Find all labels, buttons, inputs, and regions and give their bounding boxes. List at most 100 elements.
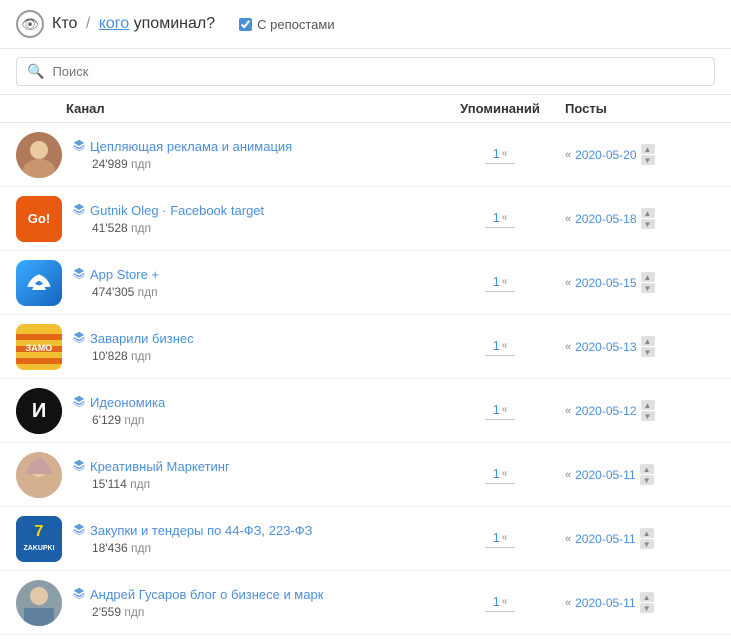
date-down-button[interactable]: ▼: [641, 155, 655, 165]
channel-name-link[interactable]: Gutnik Oleg · Facebook target: [90, 203, 264, 218]
posts-date[interactable]: 2020-05-11: [575, 468, 636, 482]
table-row: Цепляющая реклама и анимация24'989 пдп 1«…: [0, 123, 731, 187]
repost-checkbox[interactable]: [239, 18, 252, 31]
mention-cell: 1«: [435, 338, 565, 356]
svg-text:ЗАМО: ЗАМО: [26, 343, 53, 353]
posts-cell: « 2020-05-12 ▲ ▼: [565, 400, 715, 421]
repost-filter[interactable]: С репостами: [239, 17, 334, 32]
channel-name-link[interactable]: Закупки и тендеры по 44-ФЗ, 223-ФЗ: [90, 523, 313, 538]
channel-name-link[interactable]: Идеономика: [90, 395, 165, 410]
title-who: Кто: [52, 15, 77, 32]
date-up-button[interactable]: ▲: [640, 528, 654, 538]
avatar: [16, 452, 62, 498]
col-header-channel: Канал: [16, 101, 435, 116]
table-row: ЗАМО Заварили бизнес10'828 пдп 1« « 2020-05…: [0, 315, 731, 379]
title-whom-link[interactable]: кого: [99, 15, 129, 32]
channel-name-link[interactable]: Заварили бизнес: [90, 331, 194, 346]
channel-info: Gutnik Oleg · Facebook target 41'528 пдп: [72, 202, 264, 235]
mention-count[interactable]: 1«: [493, 530, 508, 545]
date-up-button[interactable]: ▲: [641, 208, 655, 218]
posts-quote-icon: «: [565, 341, 571, 353]
channel-cell: И Идеономика6'129 пдп: [16, 388, 435, 434]
col-header-posts: Посты: [565, 101, 715, 116]
table-row: И Идеономика6'129 пдп 1« « 2020-05-12 ▲ ▼: [0, 379, 731, 443]
avatar: [16, 132, 62, 178]
posts-quote-icon: «: [565, 533, 571, 545]
posts-date[interactable]: 2020-05-20: [575, 148, 636, 162]
date-spinner[interactable]: ▲ ▼: [640, 592, 654, 613]
date-down-button[interactable]: ▼: [640, 475, 654, 485]
posts-date[interactable]: 2020-05-15: [575, 276, 636, 290]
channel-name-link[interactable]: App Store +: [90, 267, 159, 282]
layers-icon: [72, 330, 86, 347]
channel-cell: 7 ZAKUPKI Закупки и тендеры по 44-ФЗ, 22…: [16, 516, 435, 562]
posts-date[interactable]: 2020-05-18: [575, 212, 636, 226]
layers-icon: [72, 522, 86, 539]
date-spinner[interactable]: ▲ ▼: [641, 336, 655, 357]
channel-info: Креативный Маркетинг15'114 пдп: [72, 458, 230, 491]
header: 👁 Кто / кого упоминал? С репостами: [0, 0, 731, 49]
search-input[interactable]: [52, 64, 252, 79]
quote-icon: «: [502, 468, 508, 479]
date-spinner[interactable]: ▲ ▼: [641, 272, 655, 293]
mention-divider: [485, 355, 515, 356]
date-spinner[interactable]: ▲ ▼: [641, 400, 655, 421]
channel-cell: Цепляющая реклама и анимация24'989 пдп: [16, 132, 435, 178]
posts-cell: « 2020-05-11 ▲ ▼: [565, 528, 715, 549]
date-spinner[interactable]: ▲ ▼: [641, 208, 655, 229]
date-spinner[interactable]: ▲ ▼: [640, 464, 654, 485]
date-down-button[interactable]: ▼: [641, 411, 655, 421]
table-body: Цепляющая реклама и анимация24'989 пдп1«…: [0, 123, 731, 635]
date-spinner[interactable]: ▲ ▼: [640, 528, 654, 549]
channel-name-link[interactable]: Цепляющая реклама и анимация: [90, 139, 292, 154]
mention-number: 1: [493, 402, 500, 417]
mention-count[interactable]: 1«: [493, 594, 508, 609]
posts-date[interactable]: 2020-05-13: [575, 340, 636, 354]
channel-info: App Store +474'305 пдп: [72, 266, 159, 299]
date-up-button[interactable]: ▲: [640, 592, 654, 602]
posts-date[interactable]: 2020-05-12: [575, 404, 636, 418]
channel-name-link[interactable]: Андрей Гусаров блог о бизнесе и марк: [90, 587, 323, 602]
date-spinner[interactable]: ▲ ▼: [641, 144, 655, 165]
title-mention: упоминал?: [134, 15, 215, 32]
posts-quote-icon: «: [565, 405, 571, 417]
posts-quote-icon: «: [565, 149, 571, 161]
posts-date[interactable]: 2020-05-11: [575, 532, 636, 546]
mention-count[interactable]: 1«: [493, 210, 508, 225]
mention-count[interactable]: 1«: [493, 338, 508, 353]
date-down-button[interactable]: ▼: [640, 603, 654, 613]
channel-name-row: Цепляющая реклама и анимация: [72, 138, 292, 155]
date-down-button[interactable]: ▼: [641, 347, 655, 357]
channel-name-row: Закупки и тендеры по 44-ФЗ, 223-ФЗ: [72, 522, 313, 539]
table-header: Канал Упоминаний Посты: [0, 95, 731, 123]
mention-number: 1: [493, 210, 500, 225]
channel-subscribers: 41'528 пдп: [72, 221, 264, 235]
posts-date[interactable]: 2020-05-11: [575, 596, 636, 610]
channel-name-link[interactable]: Креативный Маркетинг: [90, 459, 230, 474]
quote-icon: «: [502, 148, 508, 159]
date-up-button[interactable]: ▲: [641, 272, 655, 282]
svg-text:ZAKUPKI: ZAKUPKI: [23, 545, 54, 552]
table-row: 7 ZAKUPKI Закупки и тендеры по 44-ФЗ, 22…: [0, 507, 731, 571]
date-up-button[interactable]: ▲: [641, 336, 655, 346]
date-down-button[interactable]: ▼: [641, 219, 655, 229]
mention-count[interactable]: 1«: [493, 274, 508, 289]
mention-divider: [485, 291, 515, 292]
channel-info: Заварили бизнес10'828 пдп: [72, 330, 194, 363]
date-up-button[interactable]: ▲: [641, 400, 655, 410]
date-up-button[interactable]: ▲: [640, 464, 654, 474]
mention-number: 1: [493, 274, 500, 289]
mention-divider: [485, 547, 515, 548]
avatar: Go!: [16, 196, 62, 242]
mention-count[interactable]: 1«: [493, 466, 508, 481]
date-up-button[interactable]: ▲: [641, 144, 655, 154]
table-row: Андрей Гусаров блог о бизнесе и марк2'55…: [0, 571, 731, 635]
mention-divider: [485, 483, 515, 484]
mention-count[interactable]: 1«: [493, 146, 508, 161]
layers-icon: [72, 586, 86, 603]
quote-icon: «: [502, 596, 508, 607]
quote-icon: «: [502, 212, 508, 223]
date-down-button[interactable]: ▼: [640, 539, 654, 549]
date-down-button[interactable]: ▼: [641, 283, 655, 293]
mention-count[interactable]: 1«: [493, 402, 508, 417]
